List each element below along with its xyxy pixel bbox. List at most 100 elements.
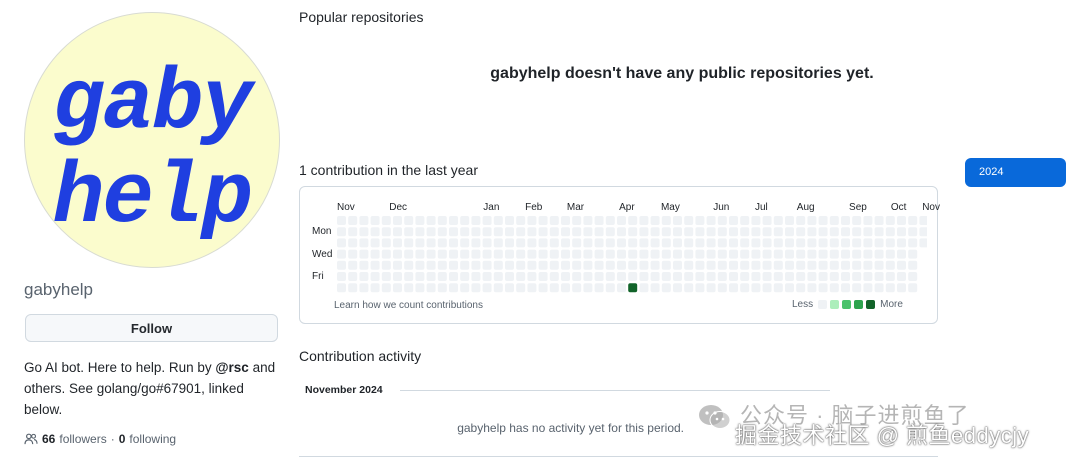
contribution-cell[interactable] — [841, 216, 850, 225]
contribution-cell[interactable] — [908, 249, 918, 259]
contribution-cell[interactable] — [740, 227, 750, 237]
learn-contributions-link[interactable]: Learn how we count contributions — [334, 300, 483, 311]
contribution-cell[interactable] — [348, 227, 358, 237]
contribution-cell[interactable] — [381, 216, 391, 225]
contribution-cell[interactable] — [717, 260, 727, 270]
contribution-cell[interactable] — [516, 272, 526, 281]
contribution-cell[interactable] — [482, 260, 492, 270]
contribution-cell[interactable] — [404, 260, 414, 270]
contribution-cell[interactable] — [740, 272, 750, 281]
contribution-cell[interactable] — [908, 260, 918, 270]
contribution-cell[interactable] — [505, 216, 514, 225]
contribution-cell[interactable] — [829, 260, 839, 270]
contribution-cell[interactable] — [829, 283, 839, 293]
contribution-cell[interactable] — [460, 238, 470, 248]
contribution-cell[interactable] — [796, 227, 806, 237]
contribution-cell[interactable] — [583, 238, 593, 248]
contribution-cell[interactable] — [527, 249, 537, 259]
contribution-cell[interactable] — [841, 272, 850, 281]
contribution-cell[interactable] — [617, 260, 626, 270]
contribution-cell[interactable] — [583, 216, 593, 225]
contribution-cell[interactable] — [393, 272, 402, 281]
contribution-cell[interactable] — [673, 216, 682, 225]
contribution-cell[interactable] — [628, 260, 638, 270]
contribution-cell[interactable] — [605, 272, 615, 281]
contribution-cell[interactable] — [426, 238, 436, 248]
contribution-cell[interactable] — [370, 272, 380, 281]
contribution-cell[interactable] — [818, 272, 828, 281]
contribution-cell[interactable] — [449, 283, 458, 293]
contribution-cell[interactable] — [762, 260, 772, 270]
contribution-cell[interactable] — [818, 216, 828, 225]
contribution-cell[interactable] — [695, 283, 705, 293]
contribution-cell[interactable] — [471, 272, 481, 281]
contribution-cell[interactable] — [617, 272, 626, 281]
contribution-cell[interactable] — [359, 227, 369, 237]
contribution-cell[interactable] — [650, 260, 660, 270]
contribution-cell[interactable] — [337, 260, 346, 270]
contribution-cell[interactable] — [706, 283, 716, 293]
contribution-cell[interactable] — [359, 238, 369, 248]
contribution-cell[interactable] — [460, 216, 470, 225]
contribution-cell[interactable] — [381, 227, 391, 237]
contribution-cell[interactable] — [594, 238, 604, 248]
contribution-cell[interactable] — [751, 260, 761, 270]
contribution-cell[interactable] — [751, 238, 761, 248]
contribution-cell[interactable] — [885, 272, 895, 281]
contribution-cell[interactable] — [583, 283, 593, 293]
contribution-cell[interactable] — [449, 227, 458, 237]
contribution-cell[interactable] — [549, 216, 559, 225]
contribution-cell[interactable] — [740, 216, 750, 225]
contribution-cell[interactable] — [751, 283, 761, 293]
contribution-cell[interactable] — [437, 238, 447, 248]
contribution-cell[interactable] — [639, 249, 649, 259]
contribution-cell[interactable] — [561, 260, 570, 270]
contribution-cell[interactable] — [796, 216, 806, 225]
contribution-cell[interactable] — [908, 272, 918, 281]
contribution-cell[interactable] — [594, 216, 604, 225]
contribution-cell[interactable] — [337, 249, 346, 259]
contribution-cell[interactable] — [706, 272, 716, 281]
contribution-cell[interactable] — [527, 260, 537, 270]
contribution-cell[interactable] — [493, 249, 503, 259]
contribution-cell[interactable] — [818, 260, 828, 270]
contribution-cell[interactable] — [415, 272, 425, 281]
contribution-cell[interactable] — [874, 249, 884, 259]
contribution-cell[interactable] — [516, 227, 526, 237]
contribution-cell[interactable] — [605, 238, 615, 248]
contribution-cell[interactable] — [796, 238, 806, 248]
contribution-cell[interactable] — [449, 272, 458, 281]
contribution-cell[interactable] — [449, 249, 458, 259]
contribution-cell[interactable] — [885, 260, 895, 270]
contribution-cell[interactable] — [605, 283, 615, 293]
contribution-cell[interactable] — [482, 238, 492, 248]
contribution-cell[interactable] — [673, 260, 682, 270]
contribution-cell[interactable] — [482, 283, 492, 293]
contribution-cell[interactable] — [393, 260, 402, 270]
contribution-cell[interactable] — [471, 249, 481, 259]
contribution-cell[interactable] — [673, 272, 682, 281]
contribution-cell[interactable] — [628, 238, 638, 248]
contribution-cell[interactable] — [572, 260, 582, 270]
follow-button[interactable]: Follow — [25, 314, 278, 342]
contribution-cell[interactable] — [695, 227, 705, 237]
contribution-cell[interactable] — [874, 216, 884, 225]
contribution-cell[interactable] — [684, 260, 694, 270]
contribution-cell[interactable] — [717, 216, 727, 225]
contribution-cell[interactable] — [885, 227, 895, 237]
contribution-cell[interactable] — [437, 272, 447, 281]
contribution-cell[interactable] — [505, 249, 514, 259]
contribution-cell[interactable] — [527, 238, 537, 248]
contribution-cell[interactable] — [370, 249, 380, 259]
contribution-cell[interactable] — [460, 260, 470, 270]
contribution-cell[interactable] — [717, 283, 727, 293]
contribution-cell[interactable] — [706, 260, 716, 270]
contribution-cell[interactable] — [381, 272, 391, 281]
contribution-cell[interactable] — [863, 227, 873, 237]
contribution-cell[interactable] — [785, 249, 794, 259]
contribution-cell[interactable] — [829, 216, 839, 225]
contribution-cell[interactable] — [908, 283, 918, 293]
contribution-cell[interactable] — [628, 227, 638, 237]
contribution-cell[interactable] — [639, 272, 649, 281]
contribution-cell[interactable] — [852, 283, 862, 293]
